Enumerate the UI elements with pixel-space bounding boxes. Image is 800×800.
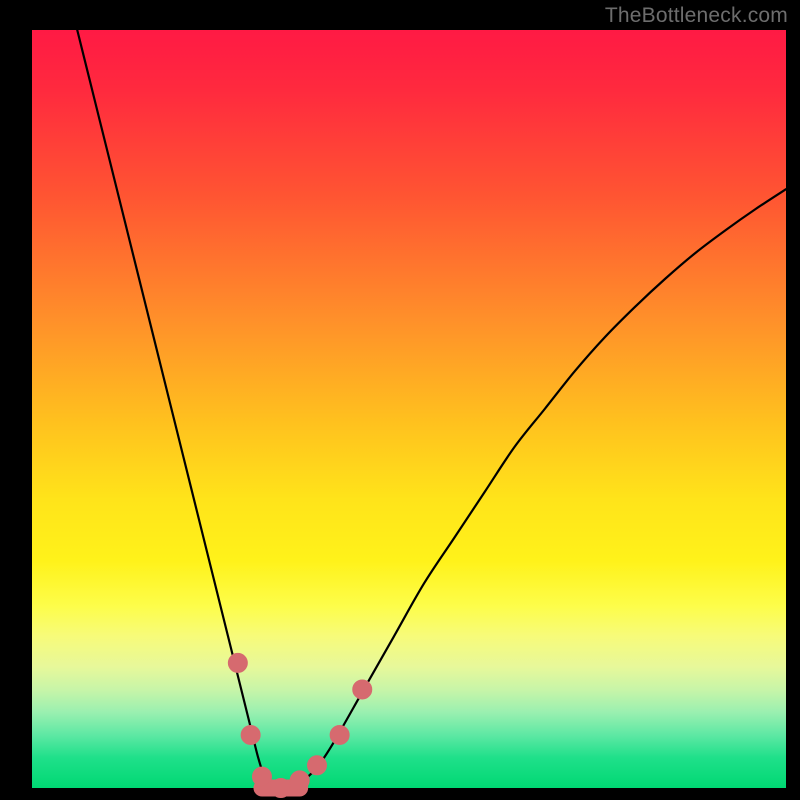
data-point [308, 756, 327, 775]
bottleneck-curve [77, 30, 786, 789]
data-point [228, 653, 247, 672]
chart-frame: TheBottleneck.com [0, 0, 800, 800]
data-point [290, 771, 309, 790]
data-point [353, 680, 372, 699]
chart-svg [0, 0, 800, 800]
data-point [252, 767, 271, 786]
data-point [330, 725, 349, 744]
data-point [241, 725, 260, 744]
data-point [271, 779, 290, 798]
